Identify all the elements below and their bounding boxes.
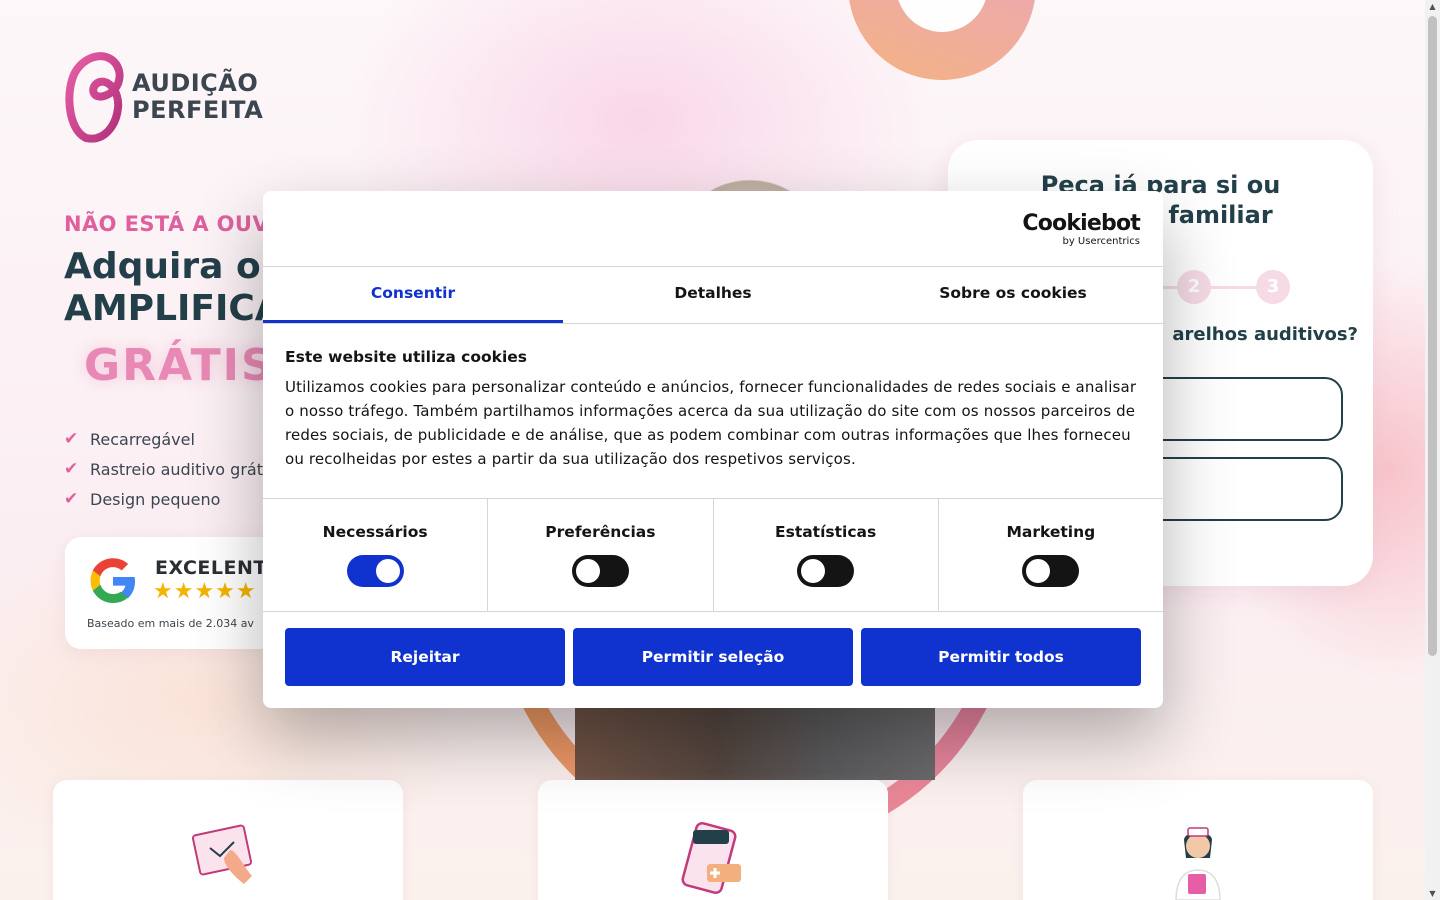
toggle-preferences: Preferências [488, 499, 714, 611]
hero-kicker: NÃO ESTÁ A OUV [64, 212, 270, 236]
step-indicator: 3 [1256, 270, 1290, 304]
tab-consent[interactable]: Consentir [263, 267, 563, 323]
cookie-heading: Este website utiliza cookies [285, 348, 528, 366]
service-card-2[interactable] [538, 780, 888, 900]
reject-button[interactable]: Rejeitar [285, 628, 565, 686]
nurse-icon [1175, 827, 1221, 900]
checkmark-icon: ✔ [64, 429, 79, 449]
cookiebot-logo[interactable]: Cookiebot by Usercentrics [1022, 213, 1140, 248]
cookie-actions: Rejeitar Permitir seleção Permitir todos [263, 612, 1163, 702]
necessary-switch[interactable] [346, 555, 404, 587]
hero-photo-hands [575, 700, 935, 780]
tab-details[interactable]: Detalhes [563, 267, 863, 323]
feature-text: Design pequeno [90, 489, 221, 509]
checkmark-icon: ✔ [64, 489, 79, 509]
brand-name-line2: PERFEITA [132, 96, 264, 124]
toggle-necessary: Necessários [263, 499, 489, 611]
brand-logo[interactable]: AUDIÇÃO PERFEITA [64, 50, 263, 144]
cookiebot-brand: Cookiebot [1022, 211, 1140, 236]
checkmark-icon: ✔ [64, 459, 79, 479]
tab-about-cookies[interactable]: Sobre os cookies [863, 267, 1163, 323]
brand-name: AUDIÇÃO PERFEITA [132, 70, 263, 124]
page-scrollbar[interactable]: ▲ ▼ [1425, 0, 1440, 900]
cookie-tabs: Consentir Detalhes Sobre os cookies [263, 267, 1163, 324]
toggle-marketing: Marketing [939, 499, 1163, 611]
step-indicator: 2 [1177, 270, 1211, 304]
feature-item: ✔ Recarregável [64, 424, 267, 454]
cookiebot-brand-sub: by Usercentrics [1062, 236, 1140, 247]
decorative-ring [848, 0, 1036, 80]
scrollbar-thumb[interactable] [1428, 16, 1437, 656]
cookie-description: Utilizamos cookies para personalizar con… [285, 378, 1137, 468]
cookie-dialog-header: Cookiebot by Usercentrics [263, 191, 1163, 267]
feature-text: Rastreio auditivo gráti [90, 459, 268, 479]
toggle-label: Preferências [545, 523, 656, 541]
review-title: EXCELENT [155, 557, 267, 579]
switch-knob [801, 559, 826, 583]
toggle-statistics: Estatísticas [714, 499, 939, 611]
star-rating: ★★★★★ [153, 579, 257, 604]
switch-knob [375, 559, 400, 583]
service-card-1[interactable] [53, 780, 403, 900]
cookie-consent-dialog: Cookiebot by Usercentrics Consentir Deta… [263, 191, 1163, 708]
logo-icon [65, 52, 124, 143]
toggle-label: Marketing [1006, 523, 1096, 541]
feature-item: ✔ Rastreio auditivo gráti [64, 454, 267, 484]
review-subtitle: Baseado em mais de 2.034 av [87, 617, 254, 630]
hearing-test-icon [191, 824, 253, 884]
switch-knob [575, 559, 600, 583]
scroll-up-icon[interactable]: ▲ [1428, 2, 1437, 11]
scroll-down-icon[interactable]: ▼ [1428, 889, 1437, 898]
google-icon [90, 558, 135, 603]
medical-card-icon [681, 822, 741, 894]
hero-free-label: GRÁTIS [84, 340, 275, 391]
statistics-switch[interactable] [797, 555, 855, 587]
allow-selection-button[interactable]: Permitir seleção [573, 628, 853, 686]
brand-name-line1: AUDIÇÃO [132, 69, 259, 97]
cookie-category-toggles: Necessários Preferências Estatísticas Ma… [263, 499, 1163, 612]
feature-item: ✔ Design pequeno [64, 484, 267, 514]
feature-list: ✔ Recarregável ✔ Rastreio auditivo gráti ✔… [64, 424, 267, 514]
preferences-switch[interactable] [571, 555, 629, 587]
cookie-dialog-body: Este website utiliza cookies Utilizamos … [263, 324, 1163, 499]
allow-all-button[interactable]: Permitir todos [861, 628, 1141, 686]
service-card-3[interactable] [1023, 780, 1373, 900]
marketing-switch[interactable] [1022, 555, 1080, 587]
toggle-label: Necessários [322, 523, 428, 541]
feature-text: Recarregável [90, 429, 195, 449]
toggle-label: Estatísticas [775, 523, 877, 541]
switch-knob [1026, 559, 1051, 583]
